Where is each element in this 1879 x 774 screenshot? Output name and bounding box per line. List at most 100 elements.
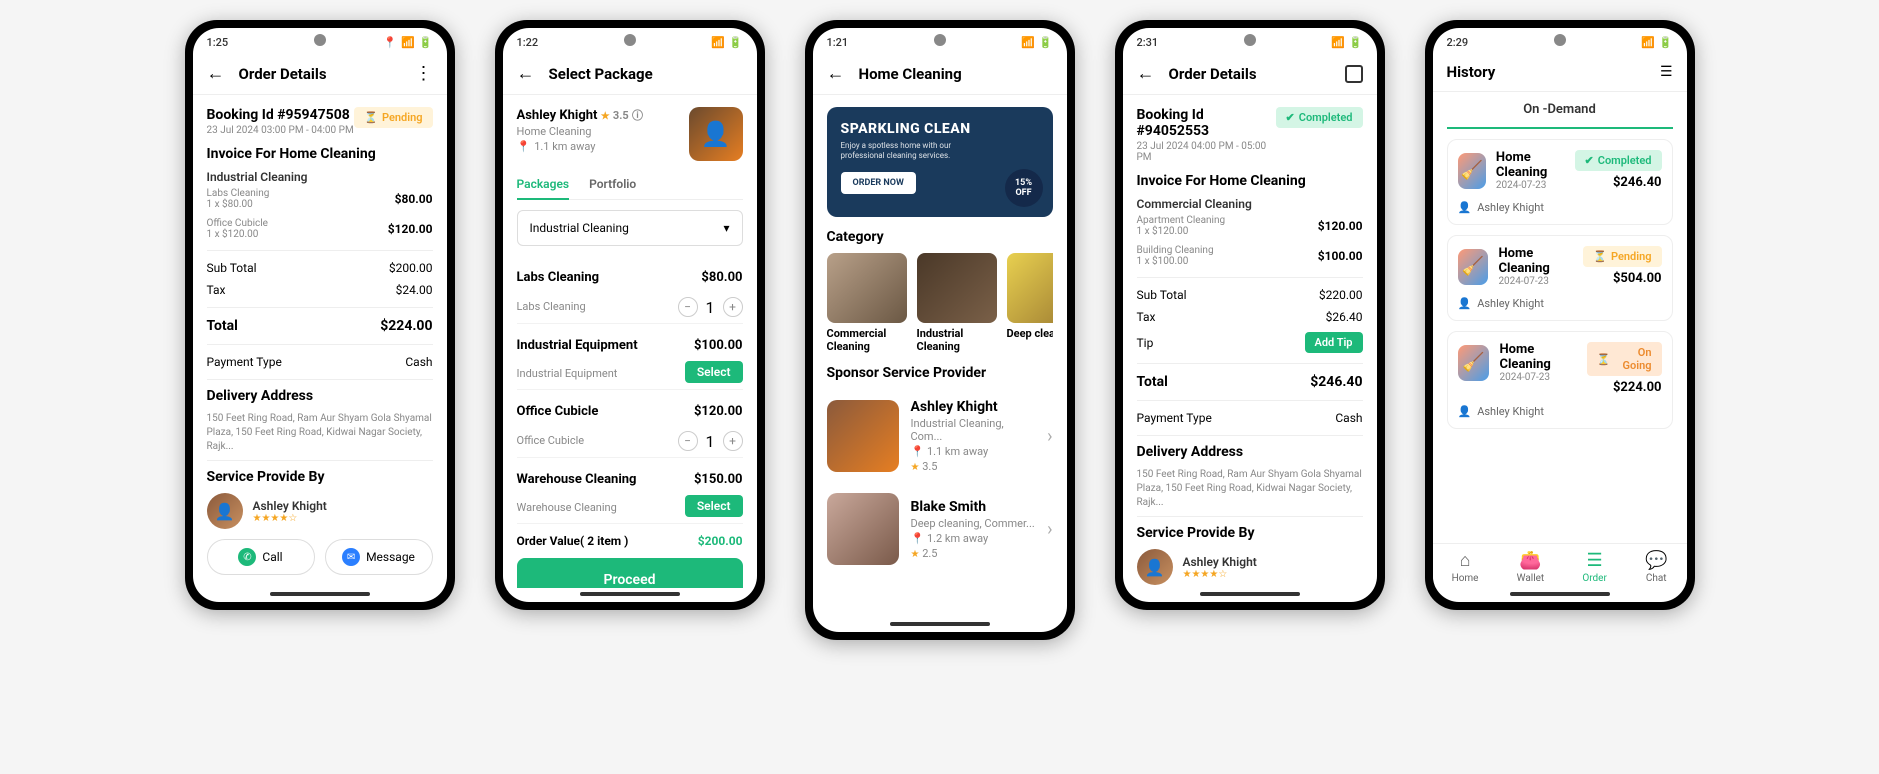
payment-value: Cash bbox=[1335, 411, 1362, 425]
subtotal-label: Sub Total bbox=[1137, 288, 1187, 302]
add-tip-button[interactable]: Add Tip bbox=[1305, 332, 1363, 353]
camera-dot bbox=[624, 34, 636, 46]
category-image bbox=[827, 253, 907, 323]
package-price: $100.00 bbox=[694, 338, 743, 353]
select-button[interactable]: Select bbox=[685, 361, 743, 383]
back-icon[interactable]: ← bbox=[1137, 63, 1155, 84]
wallet-icon: 👛 bbox=[1519, 550, 1541, 571]
booking-date: 23 Jul 2024 03:00 PM - 04:00 PM bbox=[207, 125, 354, 136]
qty-plus[interactable]: + bbox=[723, 431, 743, 451]
history-card[interactable]: 🧹 Home Cleaning2024-07-23 ⏳ Pending$504.… bbox=[1447, 235, 1673, 321]
qty-minus[interactable]: − bbox=[678, 431, 698, 451]
total-label: Total bbox=[207, 318, 238, 334]
category-heading: Category bbox=[827, 229, 1053, 245]
item-price: $80.00 bbox=[395, 192, 433, 206]
chevron-right-icon: › bbox=[1047, 426, 1052, 447]
home-indicator bbox=[580, 592, 680, 596]
package-price: $150.00 bbox=[694, 472, 743, 487]
proceed-button[interactable]: Proceed bbox=[517, 558, 743, 588]
provider-avatar bbox=[827, 493, 899, 565]
nav-home[interactable]: ⌂Home bbox=[1452, 550, 1479, 584]
call-button[interactable]: ✆Call bbox=[207, 539, 315, 575]
order-user: 👤 Ashley Khight bbox=[1458, 405, 1662, 418]
tax: $26.40 bbox=[1326, 310, 1363, 324]
tab-portfolio[interactable]: Portfolio bbox=[589, 169, 636, 199]
vendor-distance: 📍 1.1 km away bbox=[517, 140, 679, 153]
qty-value: 1 bbox=[706, 298, 715, 317]
provider-row[interactable]: Ashley Khight Industrial Cleaning, Com..… bbox=[827, 389, 1053, 483]
package-price: $80.00 bbox=[701, 270, 742, 285]
battery-icon: 🔋 bbox=[419, 36, 433, 49]
category-item[interactable]: Deep cleani bbox=[1007, 253, 1053, 353]
clock: 2:31 bbox=[1137, 36, 1159, 49]
tab-packages[interactable]: Packages bbox=[517, 169, 570, 199]
page-title: Select Package bbox=[549, 65, 743, 83]
wifi-icon: 📶 bbox=[401, 36, 415, 49]
select-button[interactable]: Select bbox=[685, 495, 743, 517]
tab-on-demand[interactable]: On -Demand bbox=[1447, 92, 1673, 129]
back-icon[interactable]: ← bbox=[517, 63, 535, 84]
tax-label: Tax bbox=[207, 283, 226, 297]
filter-icon[interactable]: ☰ bbox=[1660, 64, 1673, 80]
category-item[interactable]: Commercial Cleaning bbox=[827, 253, 907, 353]
category-image bbox=[917, 253, 997, 323]
nav-order[interactable]: ☰Order bbox=[1582, 550, 1607, 584]
package-price: $120.00 bbox=[694, 404, 743, 419]
category-image bbox=[1007, 253, 1053, 323]
item-name: Office Cubicle bbox=[207, 218, 268, 229]
nav-wallet[interactable]: 👛Wallet bbox=[1517, 550, 1545, 584]
provider-avatar bbox=[827, 400, 899, 472]
cleaning-icon: 🧹 bbox=[1458, 153, 1486, 189]
more-icon[interactable]: ⋮ bbox=[415, 63, 433, 84]
page-title: Order Details bbox=[1169, 65, 1331, 83]
phone-icon: ✆ bbox=[238, 548, 256, 566]
wifi-icon: 📶 bbox=[1021, 36, 1035, 49]
payment-value: Cash bbox=[405, 355, 432, 369]
phone-order-details-completed: 2:31 📶🔋 ← Order Details Booking Id #9405… bbox=[1115, 20, 1385, 610]
bottom-nav: ⌂Home 👛Wallet ☰Order 💬Chat bbox=[1433, 543, 1687, 588]
package-sub: Labs Cleaning bbox=[517, 300, 586, 313]
provider-row[interactable]: Blake Smith Deep cleaning, Commer... 📍 1… bbox=[827, 483, 1053, 575]
page-title: History bbox=[1447, 63, 1646, 81]
order-title: Home Cleaning bbox=[1499, 342, 1578, 372]
order-now-button[interactable]: ORDER NOW bbox=[841, 172, 916, 194]
history-card[interactable]: 🧹 Home Cleaning2024-07-23 ✔ Completed$24… bbox=[1447, 139, 1673, 225]
tip-label: Tip bbox=[1137, 336, 1154, 350]
location-icon: 📍 bbox=[383, 36, 397, 49]
order-date: 2024-07-23 bbox=[1499, 372, 1578, 383]
status-badge: ✔ Completed bbox=[1575, 150, 1662, 171]
category-item[interactable]: Industrial Cleaning bbox=[917, 253, 997, 353]
phone-history: 2:29 📶🔋 History ☰ On -Demand 🧹 Home Clea… bbox=[1425, 20, 1695, 610]
nav-chat[interactable]: 💬Chat bbox=[1645, 550, 1667, 584]
booking-id: Booking Id #94052553 bbox=[1137, 107, 1276, 139]
back-icon[interactable]: ← bbox=[207, 63, 225, 84]
home-indicator bbox=[1200, 592, 1300, 596]
home-indicator bbox=[270, 592, 370, 596]
sponsor-heading: Sponsor Service Provider bbox=[827, 365, 1053, 381]
service-type: Commercial Cleaning bbox=[1137, 197, 1363, 211]
scanner-icon[interactable] bbox=[1345, 65, 1363, 83]
provider-distance: 📍 1.2 km away bbox=[911, 532, 1036, 545]
qty-plus[interactable]: + bbox=[723, 297, 743, 317]
discount-badge: 15%OFF bbox=[1005, 169, 1043, 207]
back-icon[interactable]: ← bbox=[827, 63, 845, 84]
status-badge: ✔ Completed bbox=[1276, 107, 1363, 128]
info-icon[interactable]: ⓘ bbox=[632, 109, 643, 122]
package-sub: Industrial Equipment bbox=[517, 367, 618, 380]
order-price: $246.40 bbox=[1575, 175, 1662, 190]
promo-banner[interactable]: SPARKLING CLEAN Enjoy a spotless home wi… bbox=[827, 107, 1053, 217]
package-name: Industrial Equipment bbox=[517, 338, 638, 353]
subtotal: $220.00 bbox=[1319, 288, 1363, 302]
total: $246.40 bbox=[1310, 374, 1362, 390]
category-dropdown[interactable]: Industrial Cleaning▾ bbox=[517, 210, 743, 246]
qty-minus[interactable]: − bbox=[678, 297, 698, 317]
address-title: Delivery Address bbox=[207, 388, 433, 404]
address: 150 Feet Ring Road, Ram Aur Shyam Gola S… bbox=[1137, 468, 1363, 510]
battery-icon: 🔋 bbox=[1659, 36, 1673, 49]
message-button[interactable]: ✉Message bbox=[325, 539, 433, 575]
order-user: 👤 Ashley Khight bbox=[1458, 201, 1662, 214]
history-card[interactable]: 🧹 Home Cleaning2024-07-23 ⏳ On Going$224… bbox=[1447, 331, 1673, 429]
payment-label: Payment Type bbox=[1137, 411, 1212, 425]
item-name: Labs Cleaning bbox=[207, 188, 270, 199]
status-badge: ⏳ On Going bbox=[1587, 342, 1662, 376]
